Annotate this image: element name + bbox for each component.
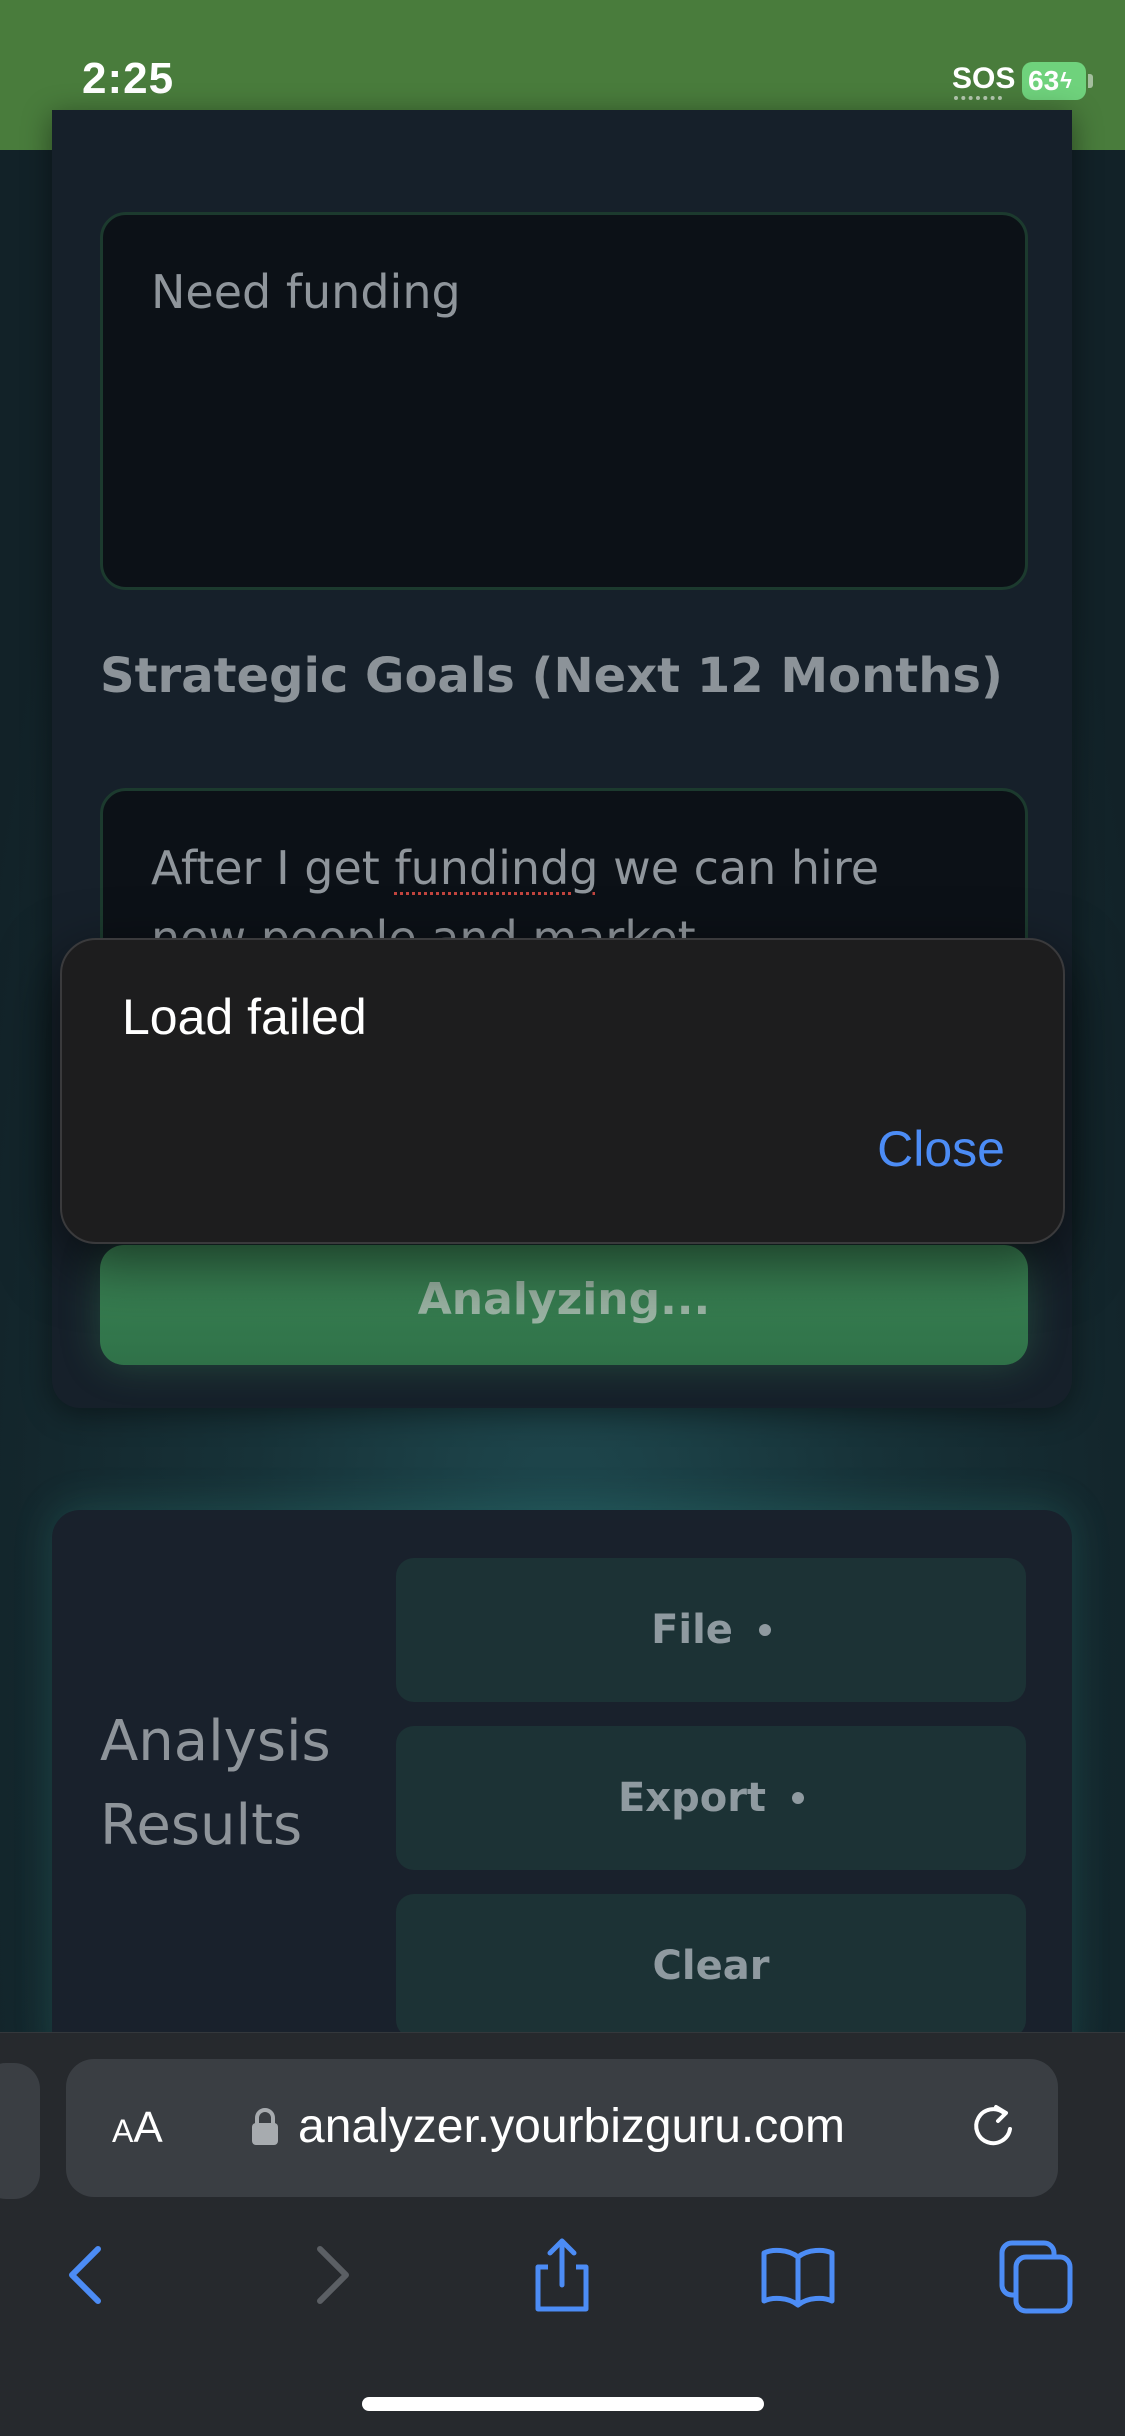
goals-value-start: After I get (151, 841, 395, 895)
export-button-label: Export (617, 1775, 767, 1821)
dropdown-dot-icon (792, 1792, 805, 1804)
export-button[interactable]: Export (396, 1726, 1026, 1870)
reader-settings-button[interactable]: AA (112, 2103, 163, 2153)
bookmarks-icon[interactable] (758, 2235, 838, 2315)
clear-button-label: Clear (652, 1943, 770, 1989)
signal-dots-icon (954, 96, 1002, 100)
challenges-textarea[interactable]: Need funding (100, 212, 1028, 590)
clear-button[interactable]: Clear (396, 1894, 1026, 2038)
sos-indicator: SOS (952, 62, 1016, 95)
load-failed-alert: Load failed Close (60, 938, 1065, 1244)
screen: 2:25 SOS 63 ϟ Need funding Strategic Goal… (0, 0, 1125, 2436)
battery-level: 63 (1028, 65, 1060, 96)
previous-tab-peek[interactable] (0, 2063, 40, 2199)
file-button-label: File (651, 1607, 733, 1653)
battery-icon: 63 ϟ (1022, 62, 1086, 100)
goals-label: Strategic Goals (Next 12 Months) (100, 648, 1003, 704)
analyze-button[interactable]: Analyzing... (100, 1245, 1028, 1365)
tabs-icon[interactable] (996, 2235, 1076, 2315)
alert-message: Load failed (122, 989, 367, 1045)
url-text: analyzer.yourbizguru.com (298, 2100, 845, 2153)
lock-icon (252, 2108, 278, 2145)
reload-icon[interactable] (966, 2099, 1022, 2155)
close-button[interactable]: Close (877, 1120, 1005, 1178)
share-icon[interactable] (522, 2235, 602, 2315)
browser-toolbar: AA analyzer.yourbizguru.com (0, 2032, 1125, 2436)
home-indicator[interactable] (362, 2397, 764, 2411)
battery-cap (1088, 74, 1093, 88)
address-bar[interactable]: AA analyzer.yourbizguru.com (66, 2059, 1058, 2197)
back-icon[interactable] (48, 2235, 128, 2315)
results-title: Analysis Results (100, 1709, 331, 1858)
charging-bolt-icon: ϟ (1060, 68, 1072, 93)
forward-icon[interactable] (290, 2235, 370, 2315)
analysis-results-card: Analysis Results File Export Clear (52, 1510, 1072, 2070)
file-button[interactable]: File (396, 1558, 1026, 1702)
challenges-value: Need funding (151, 265, 461, 319)
misspelled-word: fundindg (394, 841, 599, 895)
dropdown-dot-icon (758, 1624, 771, 1636)
status-time: 2:25 (82, 54, 175, 103)
